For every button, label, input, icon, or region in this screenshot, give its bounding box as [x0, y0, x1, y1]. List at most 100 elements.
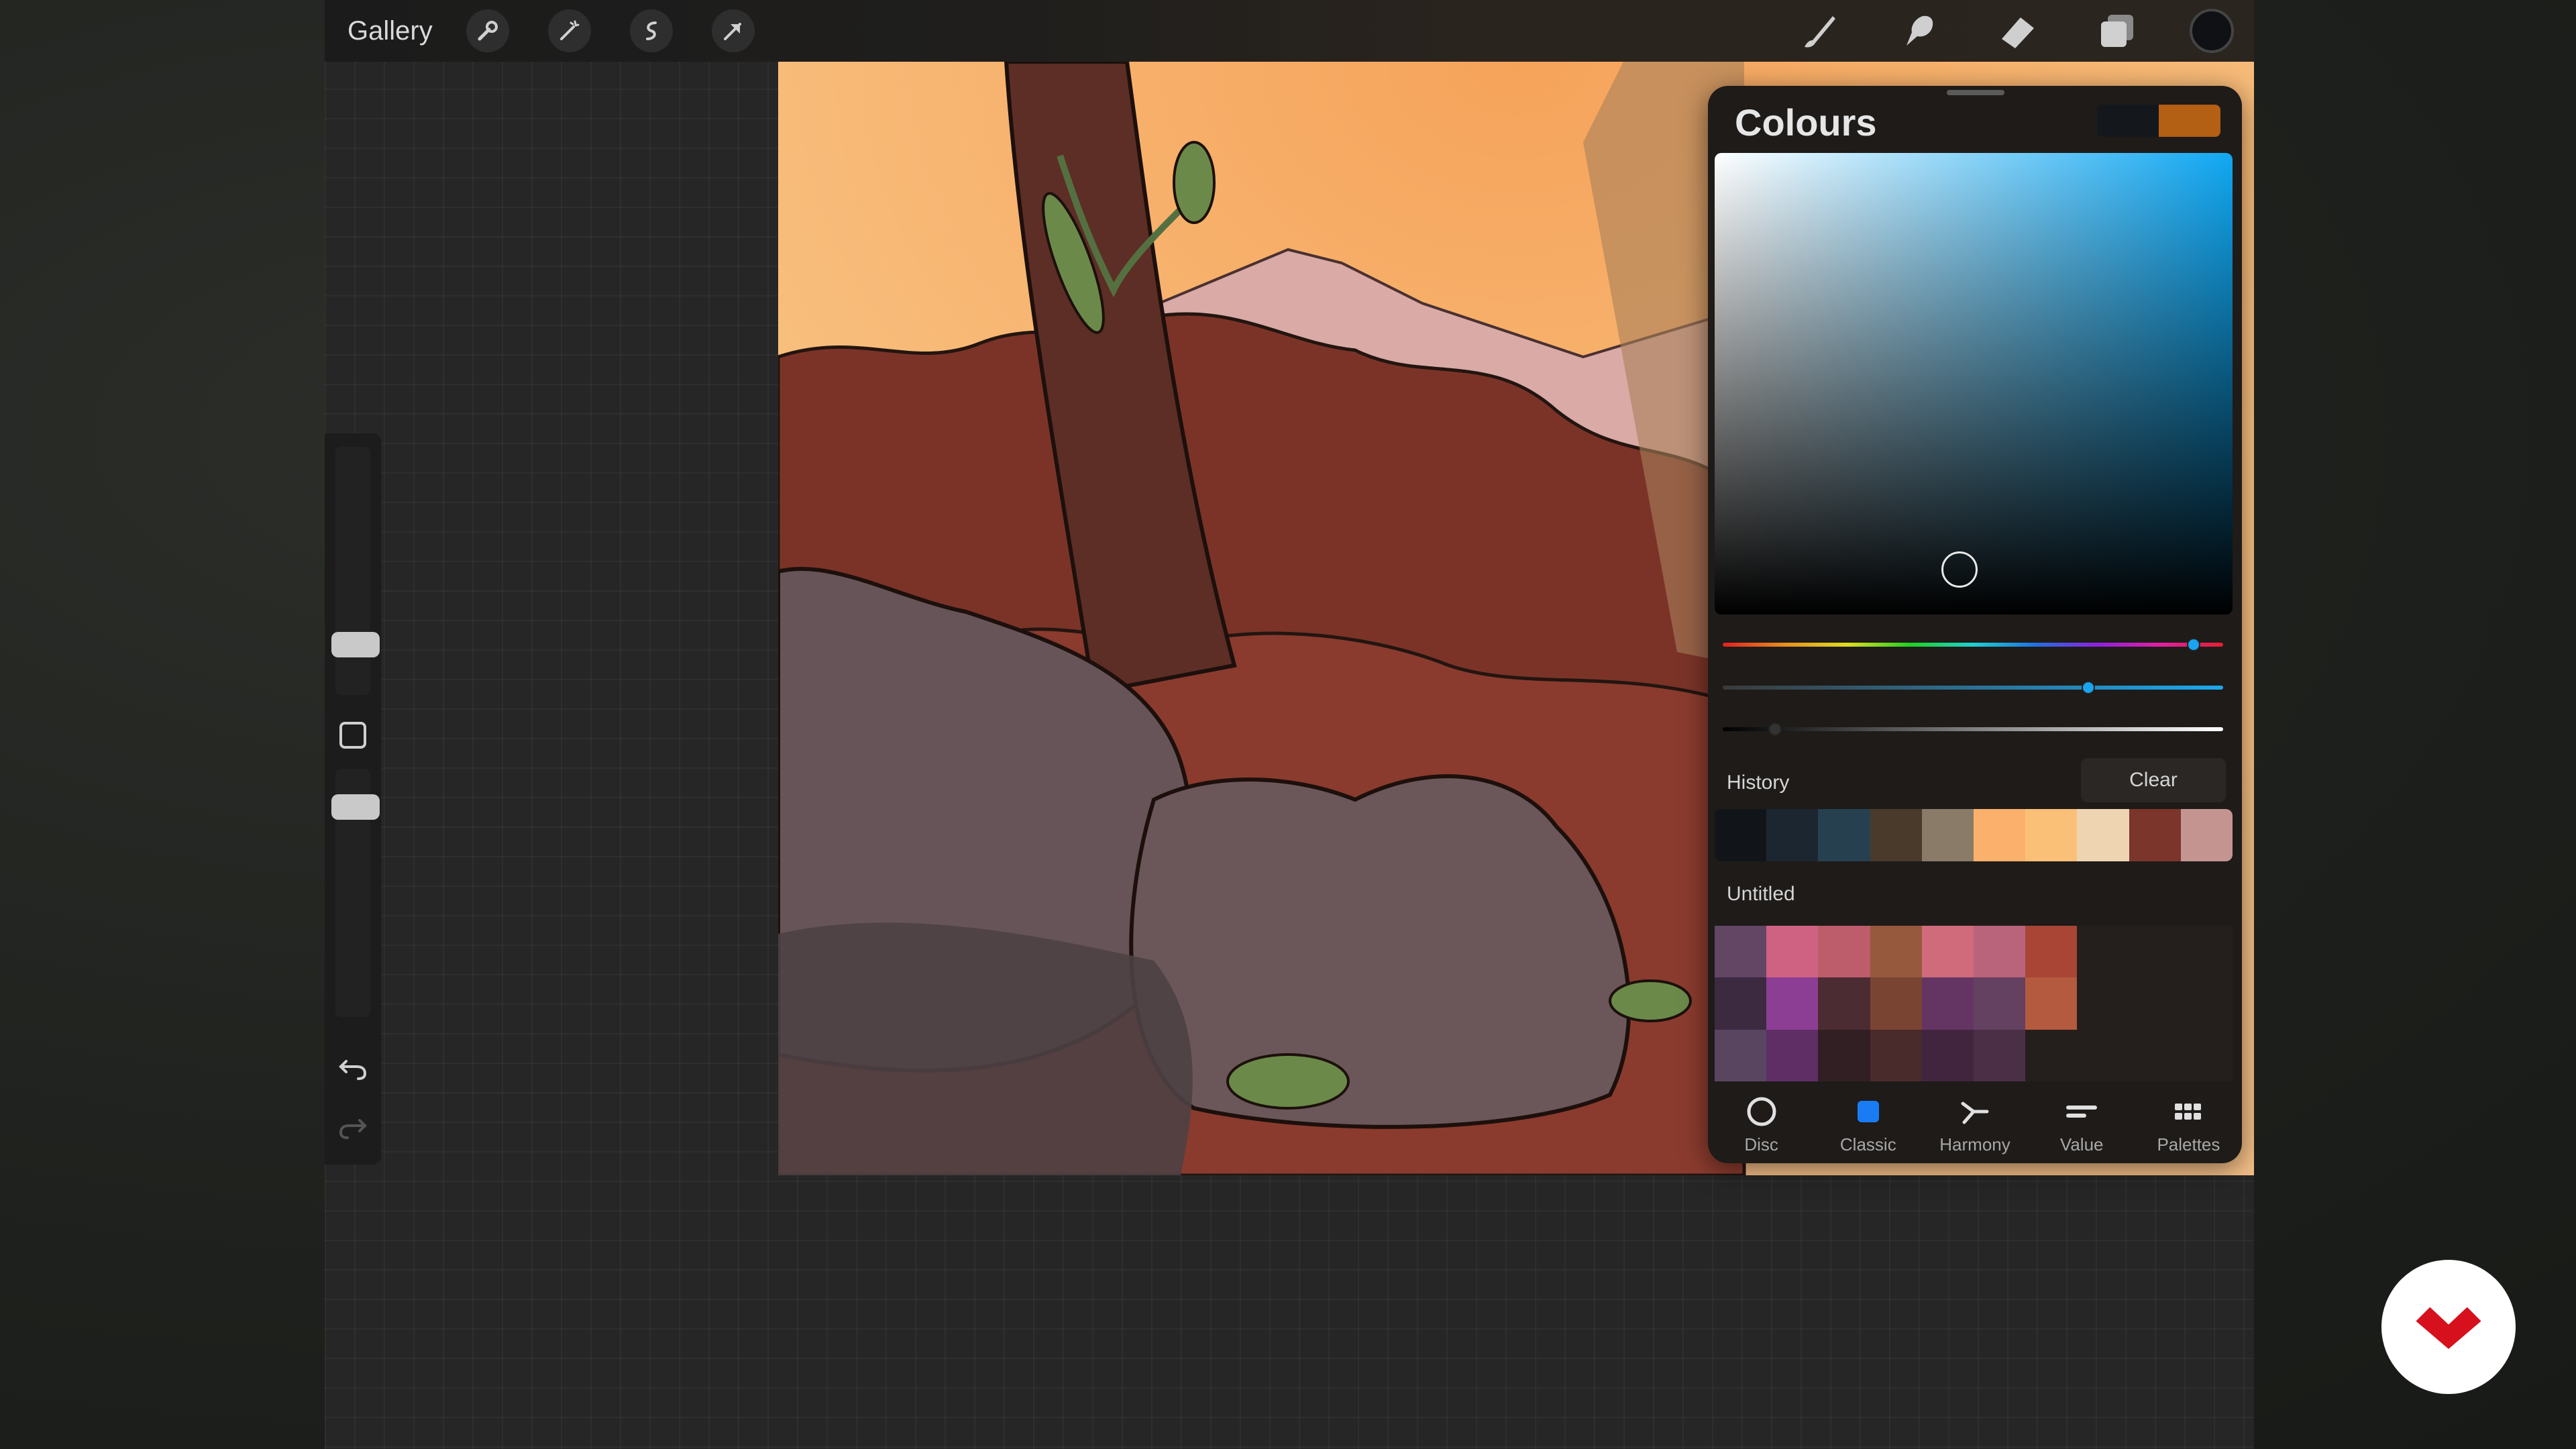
color-button[interactable]: [2190, 9, 2234, 53]
history-label: History: [1727, 771, 1790, 794]
history-swatch[interactable]: [1921, 809, 1974, 861]
adjustments-button[interactable]: [547, 9, 591, 52]
tab-harmony[interactable]: Harmony: [1921, 1085, 2028, 1163]
palette-grid: [1715, 926, 2233, 1081]
history-swatch[interactable]: [1974, 809, 2026, 861]
palettes-grid-icon: [2175, 1103, 2202, 1120]
tab-value[interactable]: Value: [2029, 1085, 2135, 1163]
colours-panel: Colours History Clear Untitled Disc Clas…: [1708, 86, 2242, 1163]
selection-button[interactable]: [629, 9, 673, 52]
actions-button[interactable]: [466, 9, 509, 52]
palette-swatch[interactable]: [1870, 1029, 1922, 1081]
palette-empty-slot[interactable]: [2181, 977, 2233, 1029]
hue-slider-knob[interactable]: [2187, 638, 2200, 651]
saturation-slider-knob[interactable]: [2082, 681, 2095, 694]
palette-swatch[interactable]: [1715, 1029, 1767, 1081]
brush-size-slider[interactable]: [331, 632, 380, 657]
top-toolbar: Gallery: [325, 0, 2254, 62]
palette-swatch[interactable]: [1766, 926, 1819, 978]
modify-button[interactable]: [339, 722, 366, 749]
history-swatch[interactable]: [2129, 809, 2181, 861]
palette-swatch[interactable]: [1818, 977, 1870, 1030]
palette-empty-slot[interactable]: [2077, 926, 2129, 977]
clear-history-button[interactable]: Clear: [2081, 758, 2226, 802]
palette-swatch[interactable]: [1818, 1029, 1870, 1081]
palette-empty-slot[interactable]: [2077, 977, 2129, 1029]
layers-button[interactable]: [2090, 4, 2144, 58]
palette-swatch[interactable]: [1715, 977, 1767, 1030]
side-bar: [325, 433, 381, 1165]
tab-label: Harmony: [1939, 1134, 2010, 1155]
palette-swatch[interactable]: [1973, 977, 2026, 1030]
picker-knob[interactable]: [1941, 551, 1978, 588]
palette-empty-slot[interactable]: [2025, 1030, 2077, 1081]
selection-icon: [645, 21, 657, 40]
history-swatches: [1715, 809, 2233, 861]
value-sliders-icon: [2066, 1105, 2098, 1118]
gallery-button[interactable]: Gallery: [347, 16, 433, 46]
history-swatch[interactable]: [1715, 809, 1767, 861]
palette-empty-slot[interactable]: [2181, 926, 2233, 977]
history-swatch[interactable]: [2077, 809, 2129, 861]
brightness-slider[interactable]: [1723, 727, 2223, 731]
hue-slider[interactable]: [1723, 643, 2223, 647]
previous-color-swatch[interactable]: [2097, 105, 2159, 137]
tab-disc[interactable]: Disc: [1708, 1085, 1815, 1163]
magic-wand-icon: [559, 20, 580, 40]
saturation-brightness-picker[interactable]: [1715, 153, 2233, 614]
palette-swatch[interactable]: [2025, 977, 2078, 1030]
panel-grabber[interactable]: [1947, 90, 2004, 95]
palette-swatch[interactable]: [1921, 1029, 1974, 1081]
opacity-slider[interactable]: [331, 794, 380, 820]
history-swatch[interactable]: [1870, 809, 1922, 861]
history-swatch[interactable]: [1818, 809, 1870, 861]
procreate-screen: Gallery Colours History Clear Untitled D…: [325, 0, 2254, 1449]
palette-swatch[interactable]: [1973, 926, 2026, 978]
eraser-icon: [2002, 17, 2034, 48]
smudge-icon: [1907, 15, 1933, 46]
tab-label: Value: [2059, 1134, 2104, 1155]
undo-icon[interactable]: [337, 1052, 369, 1084]
brush-button[interactable]: [1792, 4, 1846, 58]
palette-swatch[interactable]: [1766, 977, 1819, 1030]
palette-empty-slot[interactable]: [2129, 977, 2181, 1029]
palette-empty-slot[interactable]: [2181, 1030, 2233, 1081]
brush-size-track[interactable]: [335, 447, 370, 695]
tab-classic[interactable]: Classic: [1815, 1085, 1921, 1163]
palette-swatch[interactable]: [1870, 977, 1922, 1030]
harmony-icon: [1961, 1102, 1989, 1124]
history-swatch[interactable]: [2025, 809, 2078, 861]
transform-button[interactable]: [711, 9, 755, 52]
history-swatch[interactable]: [2180, 809, 2233, 861]
red-chevron-logo-icon: [2416, 1307, 2481, 1349]
palette-swatch[interactable]: [1921, 926, 1974, 978]
palette-empty-slot[interactable]: [2129, 1030, 2181, 1081]
palette-swatch[interactable]: [1870, 926, 1922, 978]
saturation-slider[interactable]: [1723, 686, 2223, 690]
brush-icon: [1805, 16, 1835, 48]
smudge-button[interactable]: [1892, 4, 1945, 58]
palette-swatch[interactable]: [2025, 926, 2078, 978]
palette-swatch[interactable]: [1818, 926, 1870, 978]
tab-label: Palettes: [2157, 1134, 2220, 1155]
palette-swatch[interactable]: [1766, 1029, 1819, 1081]
palette-empty-slot[interactable]: [2129, 926, 2181, 977]
tab-label: Disc: [1744, 1134, 1778, 1155]
panel-title: Colours: [1735, 101, 1877, 144]
palette-swatch[interactable]: [1973, 1029, 2026, 1081]
layers-icon: [2101, 15, 2133, 47]
palette-swatch[interactable]: [1715, 926, 1767, 978]
eraser-button[interactable]: [1991, 4, 2045, 58]
wrench-icon: [478, 21, 498, 41]
redo-icon[interactable]: [337, 1111, 369, 1143]
tab-palettes[interactable]: Palettes: [2135, 1085, 2242, 1163]
brightness-slider-knob[interactable]: [1768, 722, 1782, 736]
right-tools: [1747, 0, 2234, 62]
palette-empty-slot[interactable]: [2077, 1030, 2129, 1081]
tab-label: Classic: [1839, 1134, 1896, 1155]
history-swatch[interactable]: [1766, 809, 1819, 861]
colour-mode-tabs: Disc Classic Harmony Value Palettes: [1708, 1085, 2242, 1163]
transform-arrow-icon: [723, 23, 741, 40]
palette-swatch[interactable]: [1921, 977, 1974, 1030]
current-color-swatch[interactable]: [2159, 105, 2220, 137]
